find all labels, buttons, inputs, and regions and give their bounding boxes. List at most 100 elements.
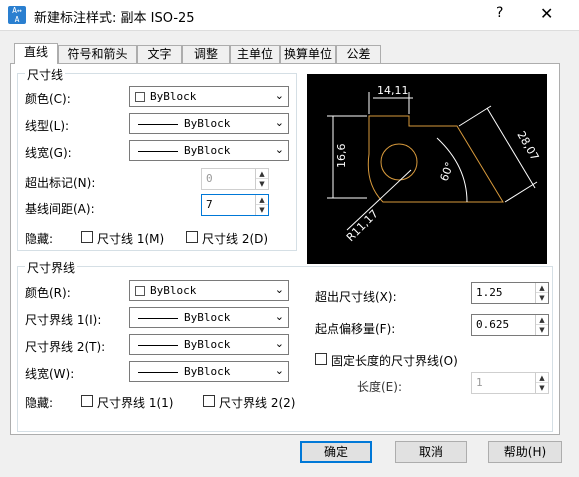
- ext-color-value: ByBlock: [150, 284, 197, 297]
- dim-suppress2-checkbox[interactable]: [186, 231, 198, 243]
- dim-extend-label: 超出标记(N):: [25, 176, 96, 190]
- tab-fit[interactable]: 调整: [182, 45, 230, 64]
- dim-angle-text: 60°: [438, 160, 457, 183]
- tab-tolerances[interactable]: 公差: [336, 45, 381, 64]
- chevron-down-icon: ⌄: [274, 143, 284, 156]
- dim-color-value: ByBlock: [150, 90, 197, 103]
- chevron-down-icon: ⌄: [274, 364, 284, 377]
- spin-down-icon[interactable]: ▼: [256, 205, 268, 215]
- tab-panel: 尺寸线 颜色(C): ByBlock ⌄ 线型(L): ByBlock ⌄ 线宽…: [10, 63, 560, 435]
- spin-up-icon[interactable]: ▲: [536, 373, 548, 383]
- dim-suppress1-checkbox[interactable]: [81, 231, 93, 243]
- tab-symbols-arrows[interactable]: 符号和箭头: [58, 45, 137, 64]
- dim-baseline-spinner[interactable]: 7 ▲ ▼: [201, 194, 269, 216]
- chevron-down-icon: ⌄: [274, 116, 284, 129]
- group-dim-line-legend: 尺寸线: [25, 66, 66, 83]
- dim-extend-spinner[interactable]: 0 ▲ ▼: [201, 168, 269, 190]
- ext-lineweight-value: ByBlock: [184, 365, 231, 378]
- ext-suppress-label: 隐藏:: [25, 396, 54, 410]
- chevron-down-icon: ⌄: [274, 283, 284, 296]
- spin-down-icon[interactable]: ▼: [536, 325, 548, 335]
- dim-right-text: 28,07: [514, 129, 541, 163]
- spin-down-icon[interactable]: ▼: [536, 293, 548, 303]
- close-icon[interactable]: ✕: [540, 4, 553, 23]
- color-swatch: [135, 286, 145, 296]
- window-title: 新建标注样式: 副本 ISO-25: [34, 11, 195, 26]
- line-sample: [138, 318, 178, 319]
- dim-lineweight-value: ByBlock: [184, 144, 231, 157]
- chevron-down-icon: ⌄: [274, 337, 284, 350]
- tab-text[interactable]: 文字: [137, 45, 182, 64]
- ext-offset-value: 0.625: [476, 318, 510, 331]
- tab-alternate-units[interactable]: 换算单位: [280, 45, 336, 64]
- line-sample: [138, 151, 178, 152]
- ext-lineweight-select[interactable]: ByBlock ⌄: [129, 361, 289, 382]
- ext-lt2-label: 尺寸界线 2(T):: [25, 340, 106, 354]
- ext-fixed-checkbox[interactable]: [315, 353, 327, 365]
- part-hole: [380, 143, 418, 181]
- dim-baseline-label: 基线间距(A):: [25, 202, 95, 216]
- spin-down-icon[interactable]: ▼: [256, 179, 268, 189]
- ext-beyond-spinner[interactable]: 1.25 ▲ ▼: [471, 282, 549, 304]
- dim-suppress2-label[interactable]: 尺寸线 2(D): [202, 230, 268, 247]
- ext-suppress1-label[interactable]: 尺寸界线 1(1): [97, 394, 173, 411]
- ext-suppress2-checkbox[interactable]: [203, 395, 215, 407]
- spin-up-icon[interactable]: ▲: [256, 195, 268, 205]
- dim-left-text: 16,6: [335, 144, 348, 169]
- dim-color-select[interactable]: ByBlock ⌄: [129, 86, 289, 107]
- line-sample: [138, 345, 178, 346]
- line-sample: [138, 372, 178, 373]
- preview-canvas: 14,11 16,6 28,07 60° R11,17: [307, 74, 547, 264]
- tab-lines[interactable]: 直线: [14, 43, 58, 64]
- ext-offset-spinner[interactable]: 0.625 ▲ ▼: [471, 314, 549, 336]
- dim-suppress-label: 隐藏:: [25, 232, 54, 246]
- ext-lt2-select[interactable]: ByBlock ⌄: [129, 334, 289, 355]
- spin-up-icon[interactable]: ▲: [536, 283, 548, 293]
- preview-drawing: 14,11 16,6 28,07 60° R11,17: [327, 84, 541, 244]
- chevron-down-icon: ⌄: [274, 310, 284, 323]
- title-bar: A↔ A 新建标注样式: 副本 ISO-25 ? ✕: [0, 0, 579, 30]
- dim-extend-value: 0: [206, 172, 213, 185]
- dim-lineweight-label: 线宽(G):: [25, 146, 72, 160]
- ext-color-select[interactable]: ByBlock ⌄: [129, 280, 289, 301]
- help-button[interactable]: 帮助(H): [488, 441, 562, 463]
- dim-color-label: 颜色(C):: [25, 92, 71, 106]
- ext-lt1-label: 尺寸界线 1(I):: [25, 313, 102, 327]
- spin-up-icon[interactable]: ▲: [536, 315, 548, 325]
- dim-radius-text: R11,17: [344, 207, 381, 244]
- ext-beyond-label: 超出尺寸线(X):: [315, 290, 397, 304]
- ext-fixed-label[interactable]: 固定长度的尺寸界线(O): [331, 352, 458, 369]
- ext-offset-label: 起点偏移量(F):: [315, 322, 396, 336]
- spin-down-icon[interactable]: ▼: [536, 383, 548, 393]
- app-icon: A↔ A: [8, 6, 26, 24]
- group-ext-line-legend: 尺寸界线: [25, 259, 78, 276]
- ext-lineweight-label: 线宽(W):: [25, 367, 75, 381]
- color-swatch: [135, 92, 145, 102]
- ext-beyond-value: 1.25: [476, 286, 503, 299]
- part-outline: [367, 115, 504, 203]
- ext-lt1-value: ByBlock: [184, 311, 231, 324]
- ext-length-label: 长度(E):: [357, 380, 402, 394]
- ext-lt2-value: ByBlock: [184, 338, 231, 351]
- dim-linetype-label: 线型(L):: [25, 119, 70, 133]
- dim-top-text: 14,11: [377, 84, 409, 97]
- ext-length-spinner[interactable]: 1 ▲ ▼: [471, 372, 549, 394]
- spin-up-icon[interactable]: ▲: [256, 169, 268, 179]
- ext-suppress1-checkbox[interactable]: [81, 395, 93, 407]
- dim-baseline-value: 7: [206, 198, 213, 211]
- ext-lt1-select[interactable]: ByBlock ⌄: [129, 307, 289, 328]
- dim-linetype-select[interactable]: ByBlock ⌄: [129, 113, 289, 134]
- cancel-button[interactable]: 取消: [395, 441, 467, 463]
- dim-lineweight-select[interactable]: ByBlock ⌄: [129, 140, 289, 161]
- ok-button[interactable]: 确定: [300, 441, 372, 463]
- ext-suppress2-label[interactable]: 尺寸界线 2(2): [219, 394, 295, 411]
- help-icon[interactable]: ?: [496, 5, 503, 21]
- dialog-client: 直线 符号和箭头 文字 调整 主单位 换算单位 公差 尺寸线 颜色(C): By…: [0, 30, 579, 477]
- dim-suppress1-label[interactable]: 尺寸线 1(M): [97, 230, 164, 247]
- dim-linetype-value: ByBlock: [184, 117, 231, 130]
- tab-primary-units[interactable]: 主单位: [230, 45, 280, 64]
- ext-length-value: 1: [476, 376, 483, 389]
- chevron-down-icon: ⌄: [274, 89, 284, 102]
- line-sample: [138, 124, 178, 125]
- ext-color-label: 颜色(R):: [25, 286, 71, 300]
